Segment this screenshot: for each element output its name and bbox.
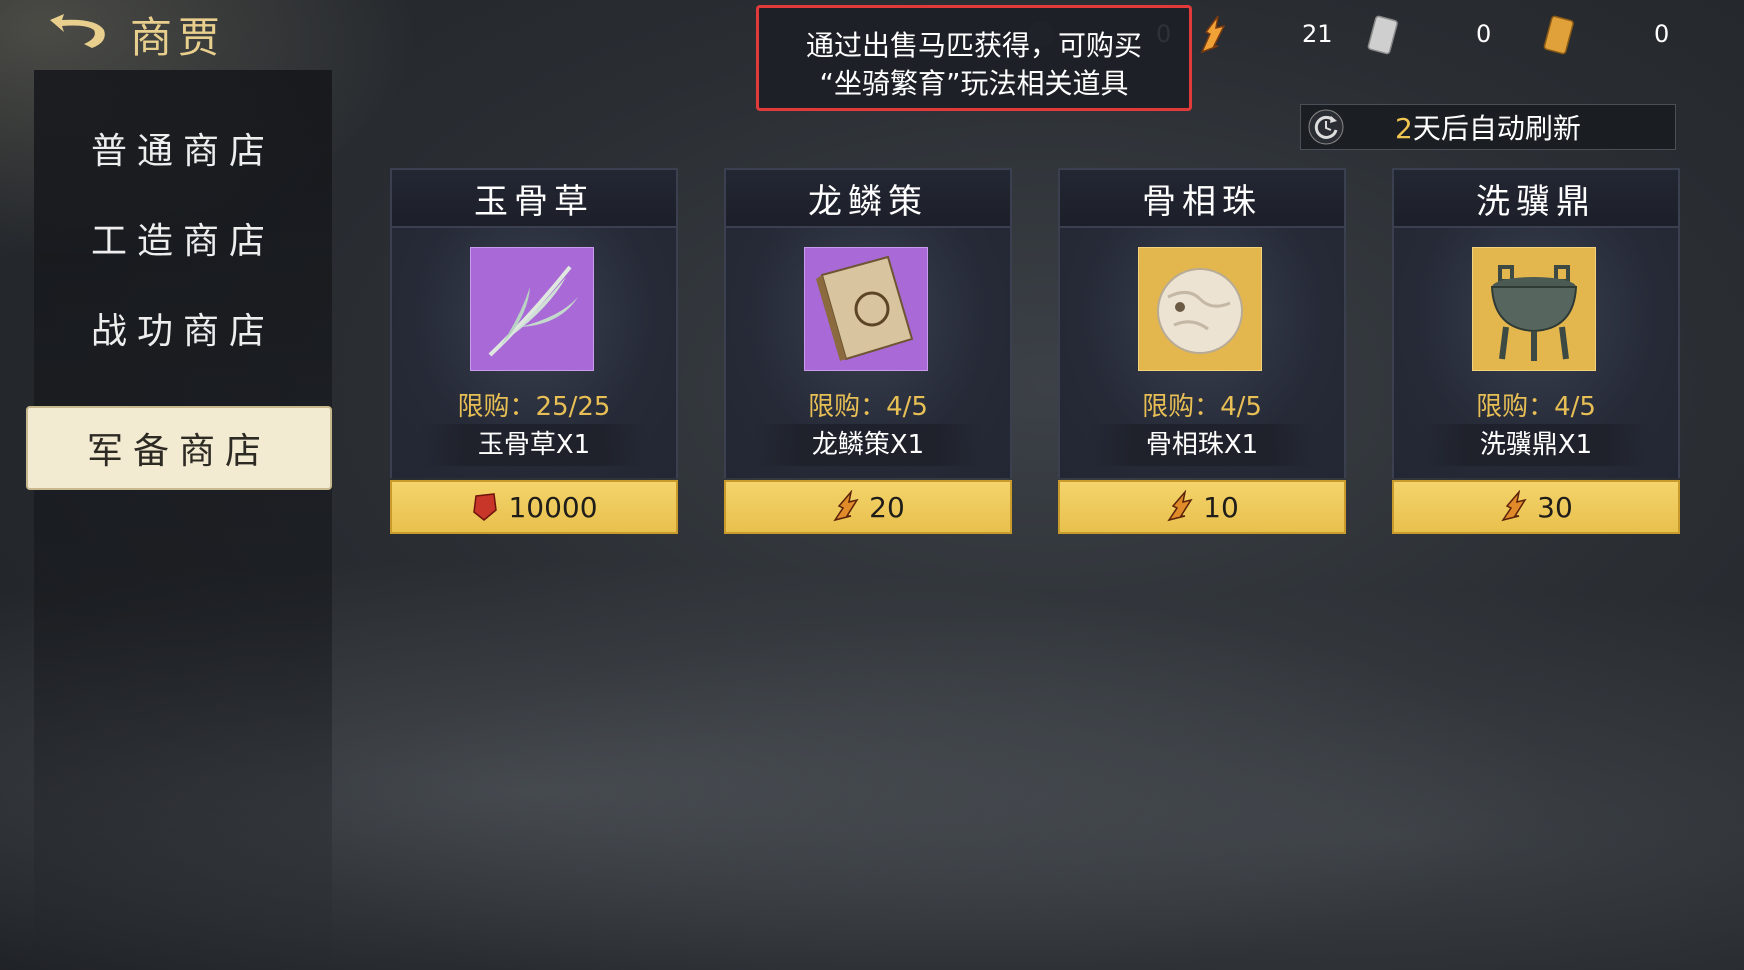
flame-token-icon	[831, 489, 861, 524]
buy-button[interactable]: 10	[1058, 480, 1346, 534]
sidebar-item-general-shop[interactable]: 普通商店	[34, 106, 332, 190]
silver-coin-icon	[1366, 12, 1400, 56]
item-price: 20	[869, 490, 905, 524]
currency-silver-coin: 0	[1366, 12, 1491, 56]
back-arrow-icon	[50, 14, 105, 48]
currency-gold-coin: 0	[1542, 12, 1669, 56]
shop-item-card: 骨相珠 限购：4/5 骨相珠X1 10	[1058, 168, 1346, 534]
tooltip-line-2: “坐骑繁育”玩法相关道具	[819, 67, 1129, 100]
auto-refresh-info: 2天后自动刷新	[1300, 104, 1676, 150]
pearl-icon[interactable]	[1138, 247, 1262, 371]
flame-token-icon	[1499, 489, 1529, 524]
sidebar-item-craft-shop[interactable]: 工造商店	[34, 196, 332, 280]
sidebar-item-merit-shop[interactable]: 战功商店	[34, 286, 332, 370]
purchase-limit: 限购：4/5	[808, 392, 928, 422]
grass-icon[interactable]	[470, 247, 594, 371]
buy-button[interactable]: 20	[724, 480, 1012, 534]
shop-item-card: 洗骥鼎 限购：4/5 洗骥鼎X1 30	[1392, 168, 1680, 534]
shop-sidebar: 普通商店 工造商店 战功商店 军备商店	[26, 70, 332, 970]
refresh-text: 2天后自动刷新	[1395, 107, 1581, 147]
currency-flame-token: 21	[1196, 12, 1333, 56]
currency-tooltip: 通过出售马匹获得，可购买 “坐骑繁育”玩法相关道具	[756, 5, 1192, 111]
sidebar-item-equipment-shop[interactable]: 军备商店	[26, 406, 332, 490]
buy-button[interactable]: 10000	[390, 480, 678, 534]
refresh-suffix: 天后自动刷新	[1412, 112, 1581, 145]
currency-value: 0	[1476, 20, 1492, 48]
item-name: 龙鳞策X1	[754, 424, 982, 466]
item-price: 10000	[508, 490, 598, 524]
page-title: 商贾	[130, 13, 227, 62]
gold-coin-icon	[1542, 12, 1576, 56]
back-button[interactable]	[44, 10, 116, 54]
red-token-icon	[470, 490, 500, 524]
purchase-limit: 限购：25/25	[457, 392, 611, 422]
item-title: 骨相珠	[1058, 168, 1346, 228]
item-title: 龙鳞策	[724, 168, 1012, 228]
item-name: 骨相珠X1	[1088, 424, 1316, 466]
book-icon[interactable]	[804, 247, 928, 371]
shop-item-card: 龙鳞策 限购：4/5 龙鳞策X1 20	[724, 168, 1012, 534]
currency-value: 0	[1654, 20, 1670, 48]
cauldron-icon[interactable]	[1472, 247, 1596, 371]
purchase-limit: 限购：4/5	[1476, 392, 1596, 422]
purchase-limit: 限购：4/5	[1142, 392, 1262, 422]
currency-value: 21	[1302, 20, 1333, 48]
item-price: 10	[1203, 490, 1239, 524]
buy-button[interactable]: 30	[1392, 480, 1680, 534]
refresh-icon[interactable]	[1307, 108, 1345, 146]
tooltip-line-1: 通过出售马匹获得，可购买	[805, 29, 1142, 62]
item-name: 玉骨草X1	[420, 424, 648, 466]
item-name: 洗骥鼎X1	[1422, 424, 1650, 466]
flame-token-icon	[1196, 12, 1230, 56]
item-price: 30	[1537, 490, 1573, 524]
item-title: 洗骥鼎	[1392, 168, 1680, 228]
shop-item-card: 玉骨草 限购：25/25 玉骨草X1 10000	[390, 168, 678, 534]
refresh-days: 2	[1395, 112, 1413, 145]
flame-token-icon	[1165, 489, 1195, 524]
item-title: 玉骨草	[390, 168, 678, 228]
